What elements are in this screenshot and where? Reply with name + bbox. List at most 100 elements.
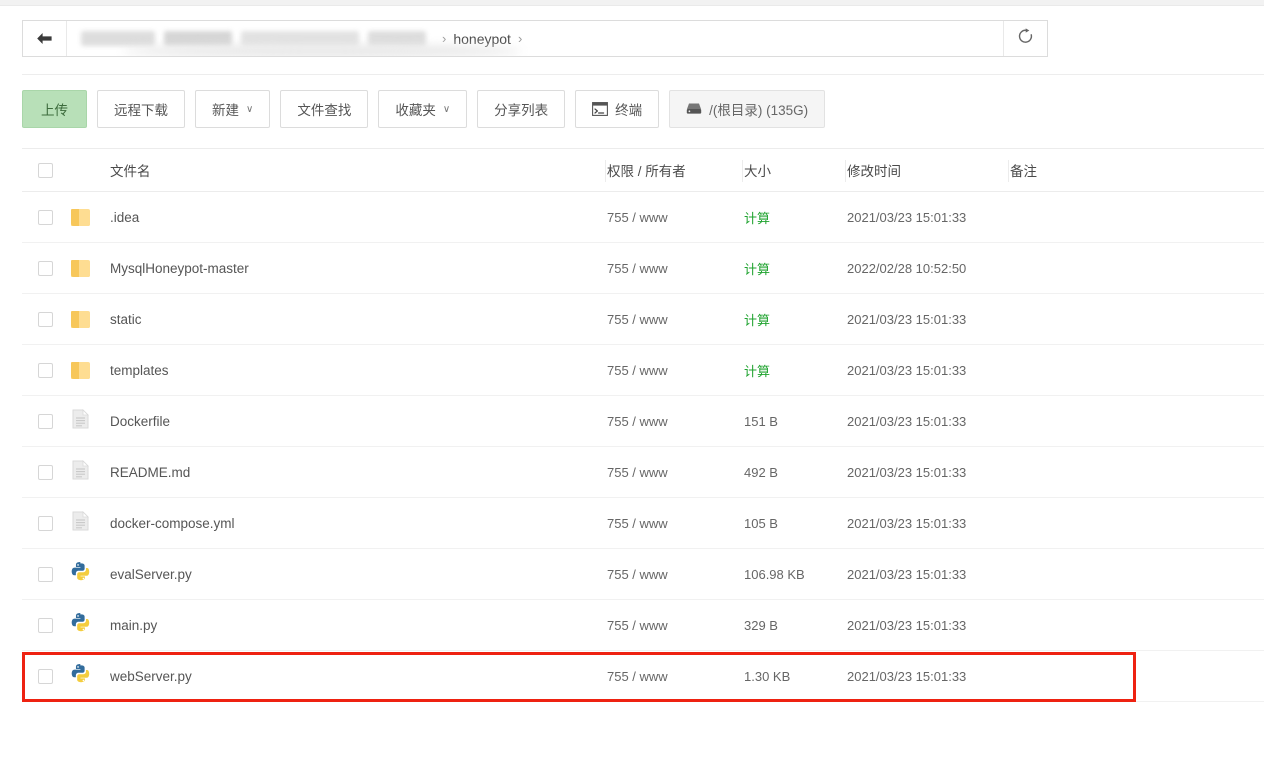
table-row[interactable]: static 755 / www 计算 2021/03/23 15:01:33 <box>22 294 1264 345</box>
remote-download-button[interactable]: 远程下载 <box>97 90 185 128</box>
disk-root-label: /(根目录) (135G) <box>709 103 809 118</box>
column-header-size[interactable]: 大小 <box>744 160 847 180</box>
terminal-label: 终端 <box>615 103 643 118</box>
toolbar: 上传 远程下载 新建 ∨ 文件查找 收藏夹 ∨ 分享列表 终端 /(根目录) (… <box>22 90 826 128</box>
table-header-row: 文件名 权限 / 所有者 大小 修改时间 备注 <box>22 148 1264 192</box>
favorites-label: 收藏夹 <box>395 103 436 118</box>
row-checkbox-cell <box>22 668 60 684</box>
row-size[interactable]: 计算 <box>744 259 847 278</box>
row-modified-time: 2021/03/23 15:01:33 <box>847 617 967 633</box>
terminal-icon <box>592 102 609 116</box>
select-all-checkbox-cell <box>22 162 60 178</box>
row-checkbox[interactable] <box>38 260 53 276</box>
table-body: .idea 755 / www 计算 2021/03/23 15:01:33 Mysql… <box>22 192 1264 702</box>
row-file-name[interactable]: templates <box>100 363 607 378</box>
share-list-button[interactable]: 分享列表 <box>477 90 566 128</box>
row-file-name[interactable]: Dockerfile <box>100 414 607 429</box>
column-header-name[interactable]: 文件名 <box>100 160 607 180</box>
row-permission: 755 / www <box>607 566 668 582</box>
row-file-name[interactable]: webServer.py <box>100 669 607 684</box>
row-modified-time: 2021/03/23 15:01:33 <box>847 566 967 582</box>
column-header-modified[interactable]: 修改时间 <box>847 160 1010 180</box>
refresh-icon <box>1017 27 1034 50</box>
new-button[interactable]: 新建 ∨ <box>195 90 271 128</box>
redacted-path-segment <box>241 31 359 46</box>
row-checkbox-cell <box>22 209 60 225</box>
row-file-name[interactable]: static <box>100 312 607 327</box>
row-file-name[interactable]: evalServer.py <box>100 567 607 582</box>
row-file-name[interactable]: .idea <box>100 210 607 225</box>
row-size[interactable]: 计算 <box>744 310 847 329</box>
file-search-label: 文件查找 <box>297 103 352 118</box>
row-checkbox-cell <box>22 566 60 582</box>
row-checkbox[interactable] <box>38 311 53 327</box>
redacted-path-segment <box>368 31 426 46</box>
table-row[interactable]: docker-compose.yml 755 / www 105 B 2021/03/… <box>22 498 1264 549</box>
breadcrumb: › honeypot › <box>22 20 1048 57</box>
row-checkbox[interactable] <box>38 668 53 684</box>
row-size[interactable]: 计算 <box>744 208 847 227</box>
row-file-icon <box>60 408 100 434</box>
row-checkbox[interactable] <box>38 362 53 378</box>
row-checkbox[interactable] <box>38 464 53 480</box>
column-header-permission[interactable]: 权限 / 所有者 <box>607 160 744 180</box>
file-manager-page: › honeypot › 上传 远程下载 新建 ∨ 文件查找 收藏夹 ∨ 分享列… <box>0 0 1264 769</box>
table-row[interactable]: main.py 755 / www 329 B 2021/03/23 15:01:33 <box>22 600 1264 651</box>
select-all-checkbox[interactable] <box>38 162 53 178</box>
folder-icon <box>70 310 90 328</box>
row-permission: 755 / www <box>607 260 668 276</box>
table-row[interactable]: webServer.py 755 / www 1.30 KB 2021/03/23 1… <box>22 651 1264 702</box>
upload-button-label: 上传 <box>41 103 68 118</box>
row-permission: 755 / www <box>607 668 668 684</box>
table-row[interactable]: .idea 755 / www 计算 2021/03/23 15:01:33 <box>22 192 1264 243</box>
row-checkbox[interactable] <box>38 515 53 531</box>
breadcrumb-current[interactable]: honeypot <box>453 31 511 47</box>
row-modified-time: 2021/03/23 15:01:33 <box>847 311 967 327</box>
row-checkbox-cell <box>22 464 60 480</box>
breadcrumb-path[interactable]: › honeypot › <box>67 21 1003 56</box>
row-checkbox[interactable] <box>38 209 53 225</box>
python-icon <box>70 612 91 638</box>
toolbar-divider <box>22 74 1264 75</box>
row-checkbox[interactable] <box>38 413 53 429</box>
row-file-icon <box>60 612 100 638</box>
row-file-icon <box>60 663 100 689</box>
new-button-label: 新建 <box>212 103 239 118</box>
row-file-name[interactable]: README.md <box>100 465 607 480</box>
column-header-note[interactable]: 备注 <box>1010 160 1264 180</box>
table-row[interactable]: README.md 755 / www 492 B 2021/03/23 15:01:… <box>22 447 1264 498</box>
refresh-button[interactable] <box>1003 21 1047 56</box>
row-size: 329 B <box>744 617 778 633</box>
row-checkbox[interactable] <box>38 617 53 633</box>
table-row[interactable]: templates 755 / www 计算 2021/03/23 15:01:33 <box>22 345 1264 396</box>
table-row[interactable]: evalServer.py 755 / www 106.98 KB 2021/03/2… <box>22 549 1264 600</box>
row-permission: 755 / www <box>607 413 668 429</box>
row-file-icon <box>60 361 100 379</box>
row-checkbox-cell <box>22 515 60 531</box>
row-file-name[interactable]: main.py <box>100 618 607 633</box>
file-search-button[interactable]: 文件查找 <box>280 90 369 128</box>
row-size: 151 B <box>744 413 778 429</box>
terminal-button[interactable]: 终端 <box>575 90 660 128</box>
share-list-label: 分享列表 <box>494 103 549 118</box>
python-icon <box>70 561 91 587</box>
redacted-path-segment <box>164 31 232 46</box>
redacted-path-segment <box>81 31 155 46</box>
table-row[interactable]: Dockerfile 755 / www 151 B 2021/03/23 15:01… <box>22 396 1264 447</box>
table-row[interactable]: MysqlHoneypot-master 755 / www 计算 2022/02/2… <box>22 243 1264 294</box>
top-strip <box>0 0 1264 6</box>
row-size[interactable]: 计算 <box>744 361 847 380</box>
favorites-button[interactable]: 收藏夹 ∨ <box>378 90 468 128</box>
row-size: 105 B <box>744 515 778 531</box>
row-checkbox[interactable] <box>38 566 53 582</box>
row-checkbox-cell <box>22 617 60 633</box>
row-permission: 755 / www <box>607 311 668 327</box>
back-button[interactable] <box>23 21 67 56</box>
row-file-name[interactable]: MysqlHoneypot-master <box>100 261 607 276</box>
file-icon <box>72 459 89 485</box>
row-file-name[interactable]: docker-compose.yml <box>100 516 607 531</box>
upload-button[interactable]: 上传 <box>22 90 87 128</box>
row-size: 106.98 KB <box>744 566 805 582</box>
row-checkbox-cell <box>22 311 60 327</box>
disk-root-button[interactable]: /(根目录) (135G) <box>669 90 826 128</box>
